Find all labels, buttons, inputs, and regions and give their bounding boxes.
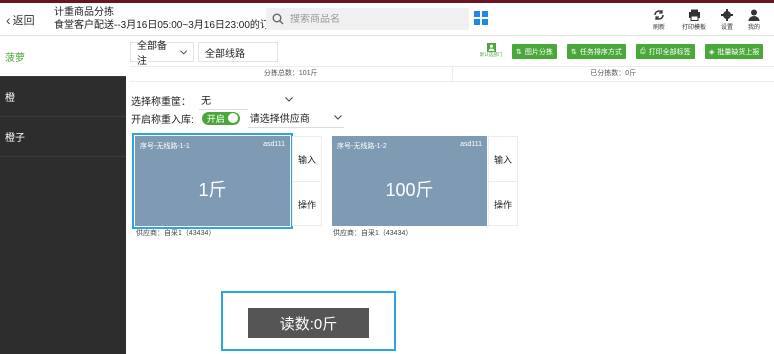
user-icon [748, 9, 760, 21]
report-icon: ◈ [709, 48, 715, 56]
chevron-down-icon [285, 97, 293, 102]
back-button[interactable]: ‹ 返回 [6, 12, 35, 28]
refresh-label: 刷新 [653, 25, 666, 31]
page-subtitle: 食堂客户配送--3月16日05:00~3月16日23:00的订单 [54, 20, 280, 31]
card-2-supplier: 供应商：自采1（43434） [333, 230, 413, 237]
card-code: asd111 [263, 141, 285, 148]
filter-row: 全部备注 全部线路 [130, 41, 278, 67]
card-2-actions: 输入 操作 [488, 136, 518, 226]
remark-select[interactable]: 全部备注 [130, 41, 194, 67]
card-code: asd111 [460, 141, 482, 148]
reweigh-row: 开启称重入库: 开启 请选择供应商 [131, 108, 344, 128]
sort-icon: ⇅ [571, 48, 577, 56]
chevron-down-icon [333, 115, 342, 120]
done-count: 已分拣数：0斤 [590, 70, 637, 77]
printer-icon: ⎙ [640, 47, 646, 55]
sidebar-item-pineapple[interactable]: 菠萝 [0, 37, 126, 77]
card-weight: 1斤 [198, 180, 227, 200]
print-all-labels-button[interactable]: ⎙ 打印全部标签 [636, 44, 695, 59]
profile-label: 我的 [748, 25, 761, 31]
grid-view-icon[interactable] [474, 11, 488, 25]
profile-button[interactable]: 我的 [748, 8, 760, 31]
batch-shortage-report-button[interactable]: ◈ 批量缺货上报 [705, 44, 764, 59]
scale-reading: 读数:0斤 [248, 308, 369, 338]
input-button[interactable]: 输入 [293, 137, 321, 182]
settings-label: 设置 [721, 25, 734, 31]
sort-card-1[interactable]: 序号-无线路-1-1 asd111 1斤 [132, 133, 293, 229]
reweigh-toggle[interactable]: 开启 [201, 111, 240, 125]
search-input[interactable] [290, 13, 460, 25]
toggle-knob [227, 113, 238, 123]
sidebar-item-orange-fruit[interactable]: 橙子 [0, 117, 126, 157]
card-title: 序号-无线路-1-1 [140, 143, 190, 150]
back-label: 返回 [12, 15, 35, 27]
task-sort-button[interactable]: ⇅ 任务排序方式 [567, 44, 626, 59]
sidebar-item-orange[interactable]: 橙 [0, 77, 126, 117]
page-title-block: 计重商品分拣 食堂客户配送--3月16日05:00~3月16日23:00的订单 [54, 7, 280, 32]
card-weight: 100斤 [385, 180, 434, 200]
operate-button[interactable]: 操作 [293, 182, 321, 227]
input-button[interactable]: 输入 [489, 137, 517, 182]
search-icon [272, 13, 284, 25]
header-bar: ‹ 返回 计重商品分拣 食堂客户配送--3月16日05:00~3月16日23:0… [0, 3, 774, 36]
refresh-icon [654, 10, 664, 20]
print-template-label: 打印模板 [682, 25, 707, 31]
default-dept-button[interactable]: 默认选部门 [478, 43, 504, 58]
page-title: 计重商品分拣 [54, 7, 114, 18]
sort-card-2[interactable]: 序号-无线路-1-2 asd111 100斤 [332, 136, 487, 226]
settings-button[interactable]: 设置 [721, 8, 733, 31]
image-sort-button[interactable]: ⇅ 图片分拣 [512, 44, 557, 59]
basket-select[interactable]: 无 [199, 90, 295, 110]
card-1-actions: 输入 操作 [292, 136, 322, 226]
supplier-select[interactable]: 请选择供应商 [247, 108, 344, 128]
sort-icon: ⇅ [516, 48, 522, 56]
category-sidebar: 菠萝 橙 橙子 [0, 37, 126, 354]
print-template-button[interactable]: 打印模板 [682, 8, 706, 31]
printer-icon [688, 9, 700, 21]
chevron-down-icon [179, 49, 187, 55]
card-1-supplier: 供应商：自采1（43434） [136, 230, 216, 237]
search-box[interactable] [266, 8, 469, 30]
gear-icon [721, 9, 733, 21]
scale-reading-panel: 读数:0斤 [221, 291, 396, 351]
reweigh-label: 开启称重入库: [131, 114, 194, 126]
refresh-button[interactable]: 刷新 [653, 8, 665, 31]
total-count: 分拣总数：101斤 [130, 67, 453, 81]
basket-label: 选择称重筐： [131, 96, 191, 108]
basket-row: 选择称重筐： 无 [131, 90, 295, 110]
sorting-stats: 分拣总数：101斤 已分拣数：0斤 [130, 66, 774, 82]
operate-button[interactable]: 操作 [489, 182, 517, 227]
route-select[interactable]: 全部线路 [198, 42, 278, 62]
card-title: 序号-无线路-1-2 [337, 143, 387, 150]
chevron-left-icon: ‹ [6, 11, 11, 28]
person-icon [486, 43, 496, 52]
